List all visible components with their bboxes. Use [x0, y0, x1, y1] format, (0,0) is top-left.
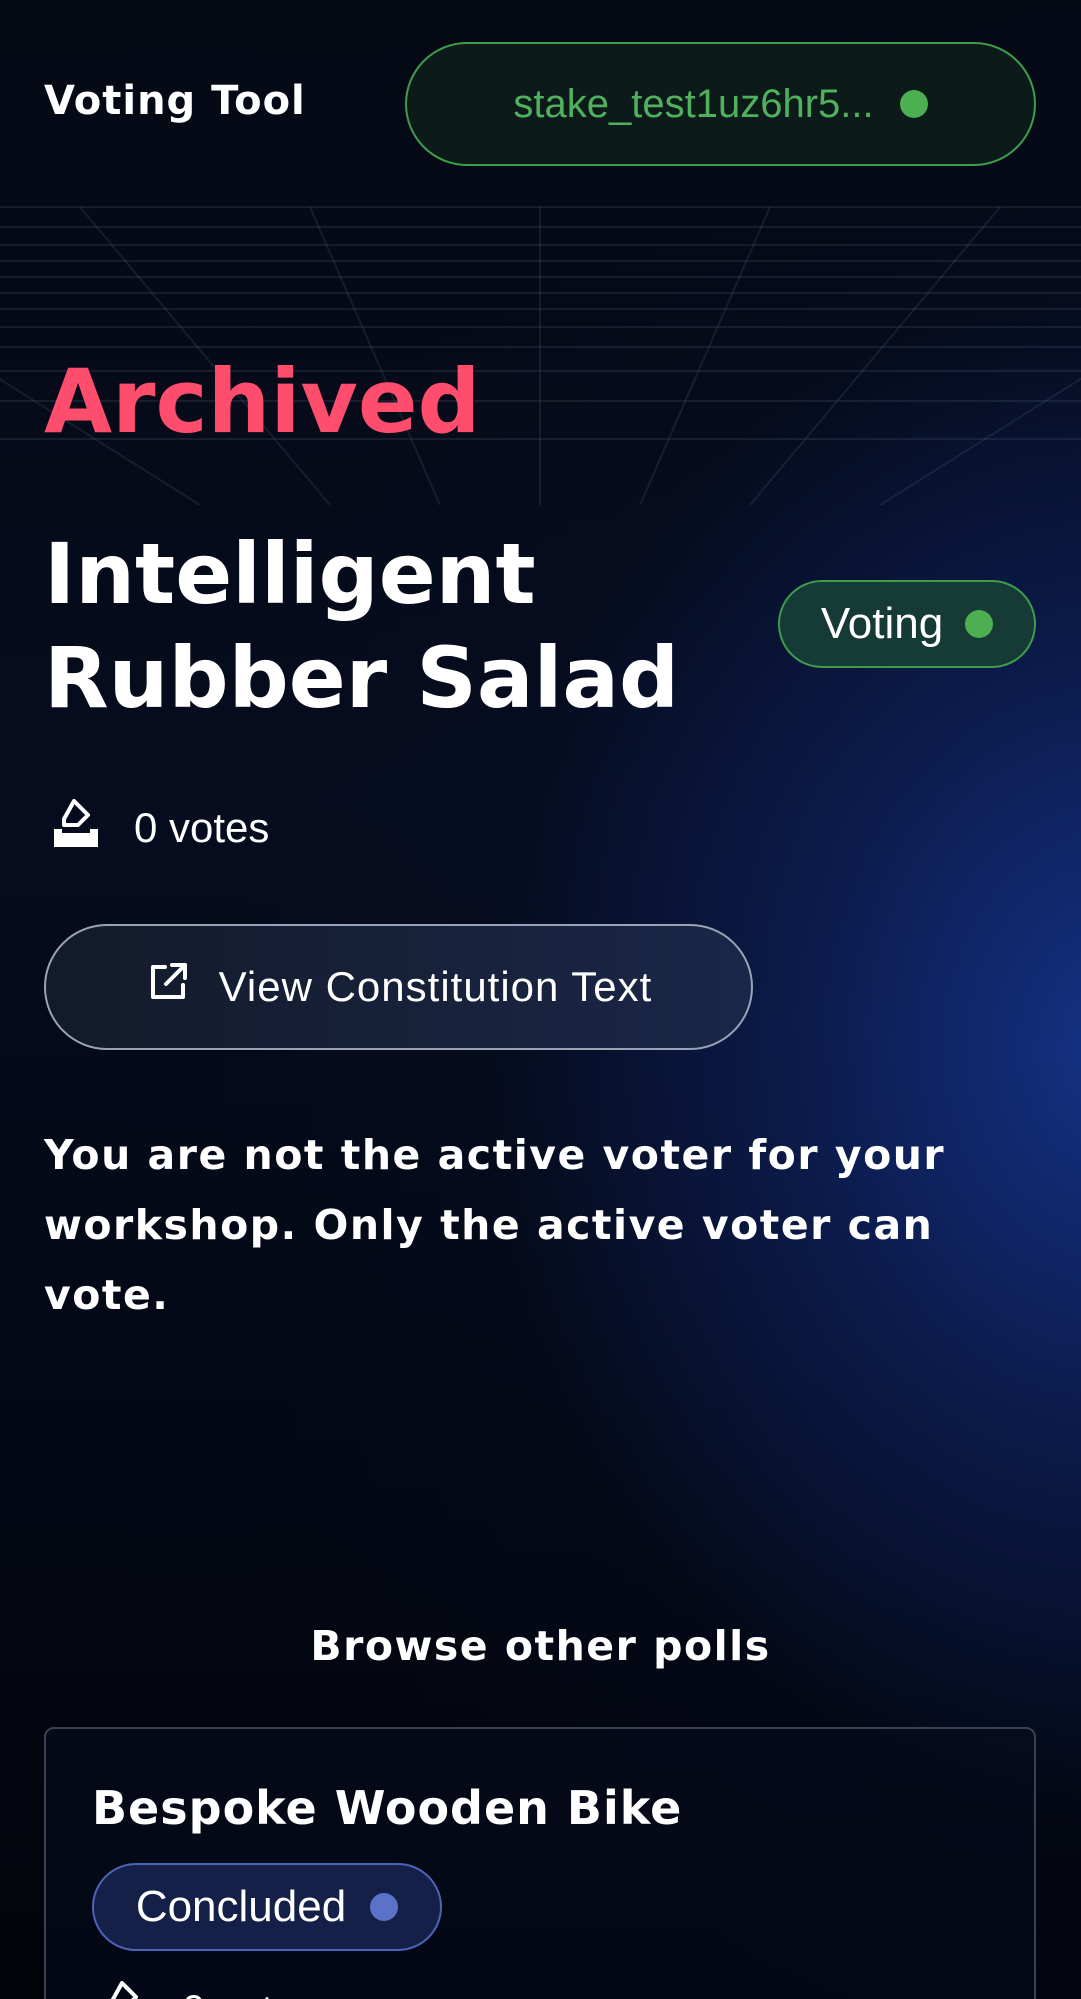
- app-title[interactable]: Voting Tool: [44, 78, 306, 124]
- browse-polls-heading: Browse other polls: [310, 1622, 771, 1670]
- ballot-box-icon: [48, 795, 104, 861]
- page: Voting Tool stake_test1uz6hr5... Archive…: [0, 0, 1081, 1999]
- phase-badge: Voting: [778, 580, 1036, 668]
- vote-count: 0 votes: [48, 795, 269, 861]
- phase-status-dot: [965, 610, 994, 638]
- poll-card-vote-count: 0 votes: [96, 1977, 317, 1999]
- poll-status-heading: Archived: [44, 350, 481, 453]
- external-link-icon: [145, 959, 191, 1015]
- view-constitution-label: View Constitution Text: [218, 963, 653, 1010]
- poll-card[interactable]: Bespoke Wooden Bike Concluded 0 votes: [44, 1727, 1036, 1999]
- connected-status-dot: [899, 90, 928, 118]
- view-constitution-button[interactable]: View Constitution Text: [44, 924, 753, 1050]
- poll-card-vote-count-text: 0 votes: [182, 1986, 317, 1999]
- phase-badge-label: Voting: [820, 599, 944, 648]
- poll-card-status-badge: Concluded: [92, 1863, 442, 1951]
- vote-count-text: 0 votes: [134, 804, 270, 851]
- voter-notice: You are not the active voter for your wo…: [44, 1131, 946, 1319]
- ballot-box-icon: [96, 1977, 152, 1999]
- wallet-button[interactable]: stake_test1uz6hr5...: [405, 42, 1036, 166]
- poll-title: Intelligent Rubber Salad: [44, 525, 680, 727]
- wallet-address: stake_test1uz6hr5...: [513, 81, 874, 126]
- top-bar: Voting Tool stake_test1uz6hr5...: [0, 0, 1081, 205]
- poll-card-title: Bespoke Wooden Bike: [92, 1781, 683, 1835]
- poll-card-status-label: Concluded: [135, 1882, 347, 1931]
- poll-card-status-dot: [370, 1893, 399, 1921]
